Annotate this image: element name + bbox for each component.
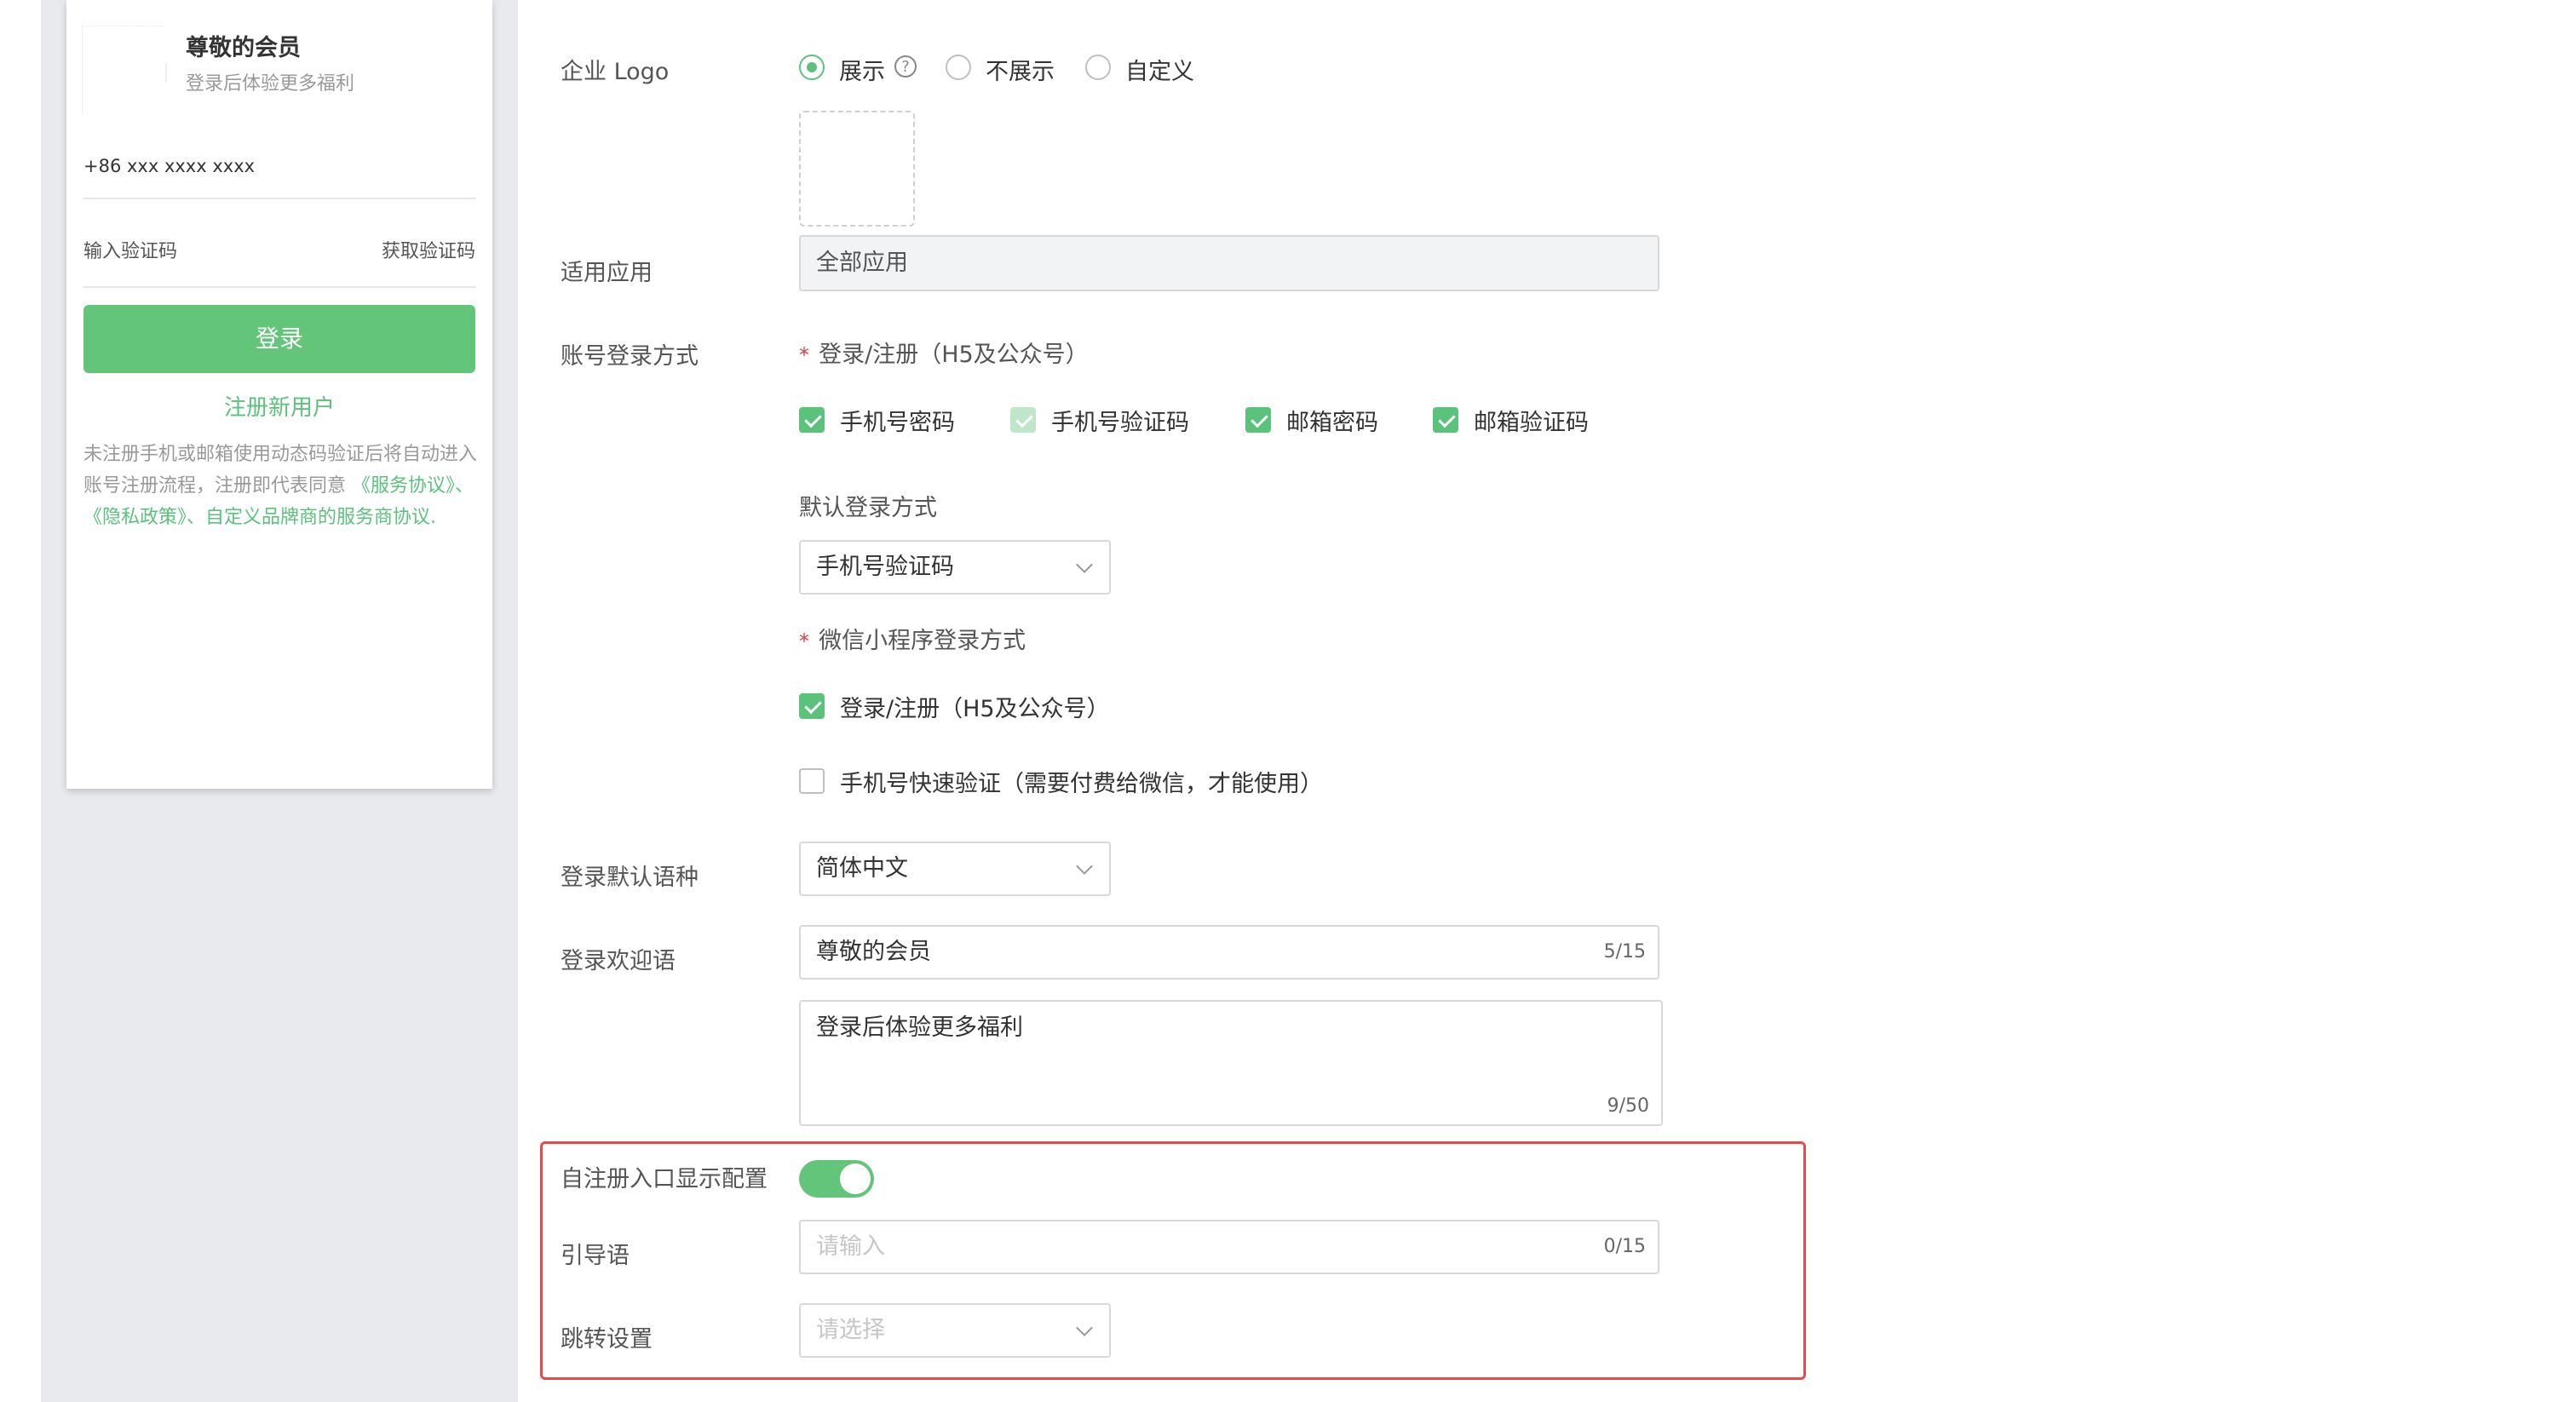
register-link[interactable]: 注册新用户 <box>66 390 492 422</box>
checkbox-phone-password[interactable] <box>799 407 825 433</box>
login-methods-title: 登录/注册（H5及公众号） <box>819 342 1089 368</box>
toggle-knob <box>840 1164 871 1194</box>
self-register-label: 自注册入口显示配置 <box>561 1166 768 1192</box>
logo-upload-box[interactable] <box>799 111 915 227</box>
language-select[interactable]: 简体中文 <box>799 842 1111 896</box>
checkbox-phone-quick[interactable] <box>799 768 825 794</box>
logo-hide-radio[interactable] <box>946 55 971 80</box>
preview-title: 尊敬的会员 <box>186 35 301 61</box>
left-gutter <box>0 0 41 1402</box>
language-value: 简体中文 <box>816 855 908 882</box>
default-login-value: 手机号验证码 <box>816 554 954 580</box>
help-icon[interactable]: ? <box>894 55 917 78</box>
login-methods-label: 账号登录方式 <box>561 343 699 370</box>
welcome-desc-textarea[interactable]: 登录后体验更多福利 9/50 <box>799 1000 1663 1126</box>
jump-select[interactable]: 请选择 <box>799 1303 1111 1358</box>
agreement-notice: 未注册手机或邮箱使用动态码验证后将自动进入账号注册流程，注册即代表同意 《服务协… <box>83 439 477 533</box>
self-register-toggle[interactable] <box>799 1160 874 1198</box>
avatar-placeholder <box>82 26 164 114</box>
welcome-desc-value: 登录后体验更多福利 <box>816 1014 1023 1041</box>
welcome-title-counter: 5/15 <box>1603 941 1646 962</box>
default-login-label: 默认登录方式 <box>799 495 937 521</box>
welcome-title-value: 尊敬的会员 <box>816 939 931 965</box>
preview-subtitle: 登录后体验更多福利 <box>186 73 355 95</box>
chevron-down-icon <box>1076 556 1093 573</box>
guide-counter: 0/15 <box>1603 1236 1646 1257</box>
option-wechat-login: 登录/注册（H5及公众号） <box>840 696 1110 722</box>
get-code-button[interactable]: 获取验证码 <box>382 230 475 274</box>
apps-field: 全部应用 <box>799 235 1659 291</box>
login-button[interactable]: 登录 <box>83 305 475 373</box>
option-email-password: 邮箱密码 <box>1286 410 1378 436</box>
divider <box>165 63 167 82</box>
checkbox-email-code[interactable] <box>1433 407 1458 433</box>
language-label: 登录默认语种 <box>561 865 699 891</box>
checkbox-email-password[interactable] <box>1245 407 1271 433</box>
logo-show-label: 展示 <box>839 59 885 85</box>
login-preview-card: 尊敬的会员 登录后体验更多福利 +86 xxx xxxx xxxx 输入验证码 … <box>66 0 492 789</box>
guide-input[interactable]: 请输入 0/15 <box>799 1220 1659 1274</box>
chevron-down-icon <box>1076 858 1093 875</box>
required-mark: * <box>799 629 809 653</box>
welcome-title-input[interactable]: 尊敬的会员 5/15 <box>799 925 1659 980</box>
logo-label: 企业 Logo <box>561 59 670 85</box>
wechat-title: 微信小程序登录方式 <box>819 628 1026 654</box>
apps-label: 适用应用 <box>561 260 653 286</box>
login-methods-section: * 登录/注册（H5及公众号） <box>799 336 1089 369</box>
checkbox-wechat-login[interactable] <box>799 693 825 719</box>
jump-placeholder: 请选择 <box>816 1317 885 1343</box>
phone-input[interactable]: +86 xxx xxxx xxxx <box>83 145 475 199</box>
default-login-select[interactable]: 手机号验证码 <box>799 540 1111 595</box>
option-phone-code: 手机号验证码 <box>1051 410 1189 436</box>
chevron-down-icon <box>1076 1319 1093 1336</box>
logo-custom-label: 自定义 <box>1125 59 1194 85</box>
logo-custom-radio[interactable] <box>1085 55 1111 80</box>
logo-show-radio[interactable] <box>799 55 825 80</box>
guide-placeholder: 请输入 <box>816 1233 885 1260</box>
guide-label: 引导语 <box>561 1243 630 1269</box>
welcome-desc-counter: 9/50 <box>1607 1095 1649 1117</box>
option-email-code: 邮箱验证码 <box>1474 410 1589 436</box>
logo-hide-label: 不展示 <box>986 59 1055 85</box>
welcome-label: 登录欢迎语 <box>561 948 676 974</box>
required-mark: * <box>799 343 809 367</box>
option-phone-quick: 手机号快速验证（需要付费给微信，才能使用） <box>840 771 1323 797</box>
option-phone-password: 手机号密码 <box>840 410 955 436</box>
checkbox-phone-code <box>1010 407 1036 433</box>
wechat-section: * 微信小程序登录方式 <box>799 622 1026 655</box>
jump-label: 跳转设置 <box>561 1326 653 1353</box>
